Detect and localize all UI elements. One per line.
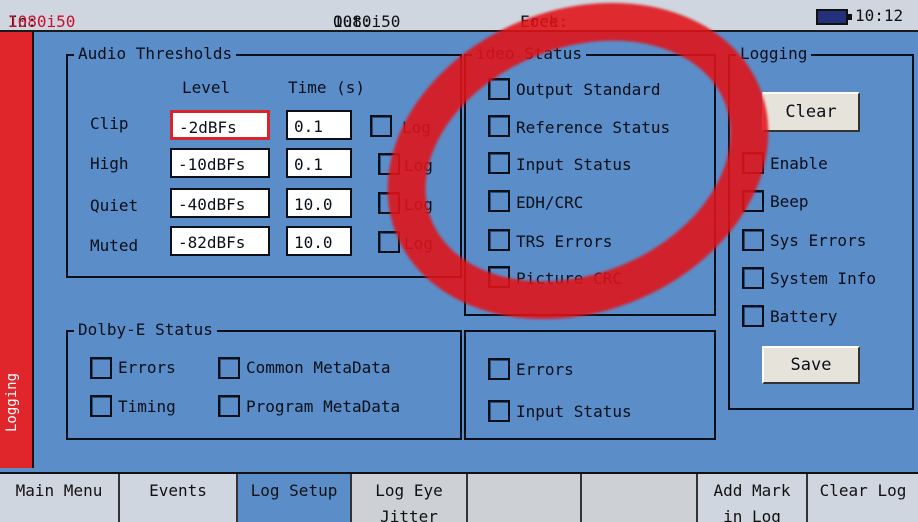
system-info-label: System Info: [770, 269, 876, 288]
softkey-log-setup[interactable]: Log Setup: [238, 474, 352, 522]
dolby-timing-label: Timing: [118, 397, 176, 416]
side-tab[interactable]: Logging: [0, 32, 34, 468]
softkey-add-mark[interactable]: Add Mark in Log: [698, 474, 808, 522]
lower-errors-label: Errors: [516, 360, 574, 379]
softkey-blank-2[interactable]: [582, 474, 698, 522]
softkey-log-setup-label: Log Setup: [250, 481, 338, 500]
lower-input-status-checkbox[interactable]: [488, 400, 510, 422]
battery-checkbox[interactable]: [742, 305, 764, 327]
lower-input-status-label: Input Status: [516, 402, 632, 421]
softkey-log-eye-jitter-label2: Jitter: [380, 507, 438, 522]
dolby-program-metadata-label: Program MetaData: [246, 397, 401, 416]
battery-icon: [816, 9, 852, 25]
softkey-clear-log-label: Clear Log: [819, 481, 907, 500]
battery-label: Battery: [770, 307, 838, 326]
softkey-main-menu-label: Main Menu: [15, 481, 103, 500]
sys-errors-label: Sys Errors: [770, 231, 867, 250]
sys-errors-checkbox[interactable]: [742, 229, 764, 251]
dolby-common-metadata-label: Common MetaData: [246, 358, 391, 377]
high-label: High: [90, 154, 129, 173]
dolby-common-metadata-checkbox[interactable]: [218, 357, 240, 379]
system-info-checkbox[interactable]: [742, 267, 764, 289]
softkey-add-mark-label: Add Mark: [713, 481, 791, 500]
audio-thresholds-title: Audio Thresholds: [74, 44, 237, 63]
softkey-events-label: Events: [149, 481, 207, 500]
logging-title: Logging: [736, 44, 812, 63]
clip-time-field[interactable]: 0.1: [286, 110, 352, 140]
enable-label: Enable: [770, 154, 828, 173]
dolby-e-status-group: Dolby-E Status: [66, 320, 462, 440]
clear-button[interactable]: Clear: [762, 92, 860, 132]
high-level-field[interactable]: -10dBFs: [170, 148, 270, 178]
quiet-level-field[interactable]: -40dBFs: [170, 188, 270, 218]
muted-time-field[interactable]: 10.0: [286, 226, 352, 256]
clip-label: Clip: [90, 114, 129, 133]
muted-level-field[interactable]: -82dBFs: [170, 226, 270, 256]
lower-errors-checkbox[interactable]: [488, 358, 510, 380]
level-column-header: Level: [182, 78, 231, 97]
softkey-add-mark-label2: in Log: [723, 507, 781, 522]
clip-level-field[interactable]: -2dBFs: [170, 110, 270, 140]
dolby-errors-checkbox[interactable]: [90, 357, 112, 379]
quiet-label: Quiet: [90, 196, 139, 215]
beep-label: Beep: [770, 192, 809, 211]
input-value: 1080i50: [8, 12, 76, 31]
quiet-time-field[interactable]: 10.0: [286, 188, 352, 218]
softkey-clear-log[interactable]: Clear Log: [808, 474, 918, 522]
time-column-header: Time (s): [288, 78, 366, 97]
dolby-errors-label: Errors: [118, 358, 176, 377]
softkey-bar: Main Menu Events Log Setup Log Eye Jitter…: [0, 472, 918, 522]
monitor-screen: In: 1080i50 Out: 1080i50 Lock: Free 10:1…: [0, 0, 918, 522]
status-bar: In: 1080i50 Out: 1080i50 Lock: Free 10:1…: [0, 0, 918, 32]
softkey-log-eye-jitter-label: Log Eye: [375, 481, 443, 500]
side-tab-label: Logging: [4, 372, 20, 432]
softkey-blank-1[interactable]: [468, 474, 582, 522]
output-value: 1080i50: [333, 12, 401, 31]
dolby-timing-checkbox[interactable]: [90, 395, 112, 417]
dolby-e-status-title: Dolby-E Status: [74, 320, 217, 339]
dolby-program-metadata-checkbox[interactable]: [218, 395, 240, 417]
clock: 10:12: [855, 6, 904, 25]
softkey-events[interactable]: Events: [120, 474, 238, 522]
clip-log-checkbox[interactable]: [370, 115, 392, 137]
muted-label: Muted: [90, 236, 139, 255]
lower-status-group: [464, 330, 716, 440]
save-button[interactable]: Save: [762, 346, 860, 384]
high-time-field[interactable]: 0.1: [286, 148, 352, 178]
softkey-log-eye-jitter[interactable]: Log Eye Jitter: [352, 474, 468, 522]
softkey-main-menu[interactable]: Main Menu: [0, 474, 120, 522]
